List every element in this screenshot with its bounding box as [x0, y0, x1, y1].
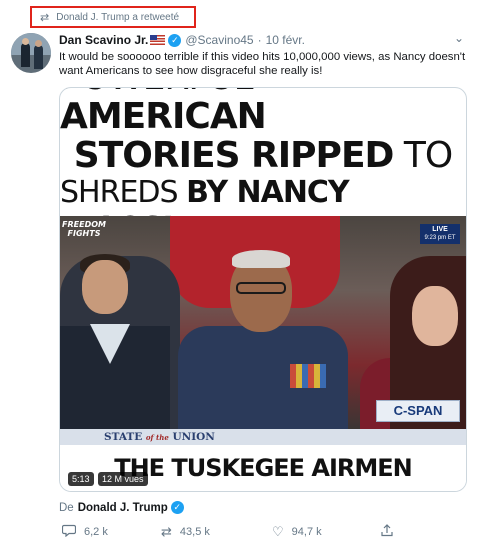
retweet-count: 43,5 k — [179, 526, 210, 538]
tweet-header: Dan Scavino Jr. ✓ @Scavino45 · 10 févr. — [59, 32, 305, 48]
reply-icon — [61, 524, 77, 540]
retweet-notice-label: Donald J. Trump a retweeté — [56, 11, 180, 23]
banner-state: STATE — [104, 431, 143, 443]
source-name[interactable]: Donald J. Trump — [78, 502, 168, 514]
video-frame: FREEDOM FIGHTS LIVE 9:23 pm ET C-SPAN — [60, 216, 466, 429]
author-avatar[interactable] — [11, 33, 51, 73]
verified-badge-icon: ✓ — [170, 501, 184, 514]
channel-logo: FREEDOM FIGHTS — [62, 220, 106, 238]
state-of-union-banner: STATE of the UNION — [60, 429, 466, 445]
retweet-icon: ⇄ — [40, 11, 50, 24]
source-prefix: De — [59, 501, 74, 514]
tweet-text: It would be soooooo terrible if this vid… — [59, 51, 466, 77]
video-player[interactable]: Powerful American Stories Ripped to Shre… — [59, 87, 467, 492]
video-duration: 5:13 — [68, 472, 94, 486]
video-source: De Donald J. Trump ✓ — [59, 501, 184, 514]
tweet-actions: 6,2 k ⇄ 43,5 k ♡ 94,7 k — [59, 522, 459, 542]
author-handle[interactable]: @Scavino45 — [185, 33, 253, 47]
live-time: 9:23 pm ET — [424, 235, 456, 241]
share-icon — [381, 524, 393, 540]
reply-count: 6,2 k — [84, 526, 108, 538]
author-name[interactable]: Dan Scavino Jr. — [59, 33, 148, 47]
video-headline: Powerful American Stories Ripped to Shre… — [60, 88, 466, 246]
us-flag-icon — [150, 35, 166, 45]
chevron-down-icon[interactable]: ⌄ — [454, 31, 464, 45]
tweet-date[interactable]: 10 févr. — [266, 33, 305, 47]
banner-union: UNION — [172, 431, 215, 443]
heart-icon: ♡ — [272, 524, 284, 539]
network-logo: C-SPAN — [376, 400, 460, 422]
headline-line2-a: Stories Ripped — [73, 134, 395, 176]
share-button[interactable] — [381, 522, 401, 542]
retweet-icon: ⇄ — [161, 524, 172, 539]
video-views: 12 M vues — [98, 472, 148, 486]
live-label: LIVE — [432, 226, 448, 233]
banner-the: of the — [145, 433, 169, 442]
verified-badge-icon: ✓ — [168, 33, 182, 47]
retweet-notice[interactable]: ⇄ Donald J. Trump a retweeté — [30, 6, 196, 28]
headline-line1-b: American — [60, 95, 267, 137]
headline-line3-a: Shreds — [60, 174, 187, 210]
like-count: 94,7 k — [291, 526, 322, 538]
reply-button[interactable]: 6,2 k — [61, 522, 108, 542]
live-indicator: LIVE 9:23 pm ET — [420, 224, 460, 244]
like-button[interactable]: ♡ 94,7 k — [272, 522, 322, 542]
headline-line2-b: to — [393, 134, 453, 176]
header-separator: · — [257, 33, 262, 47]
retweet-button[interactable]: ⇄ 43,5 k — [161, 522, 210, 542]
